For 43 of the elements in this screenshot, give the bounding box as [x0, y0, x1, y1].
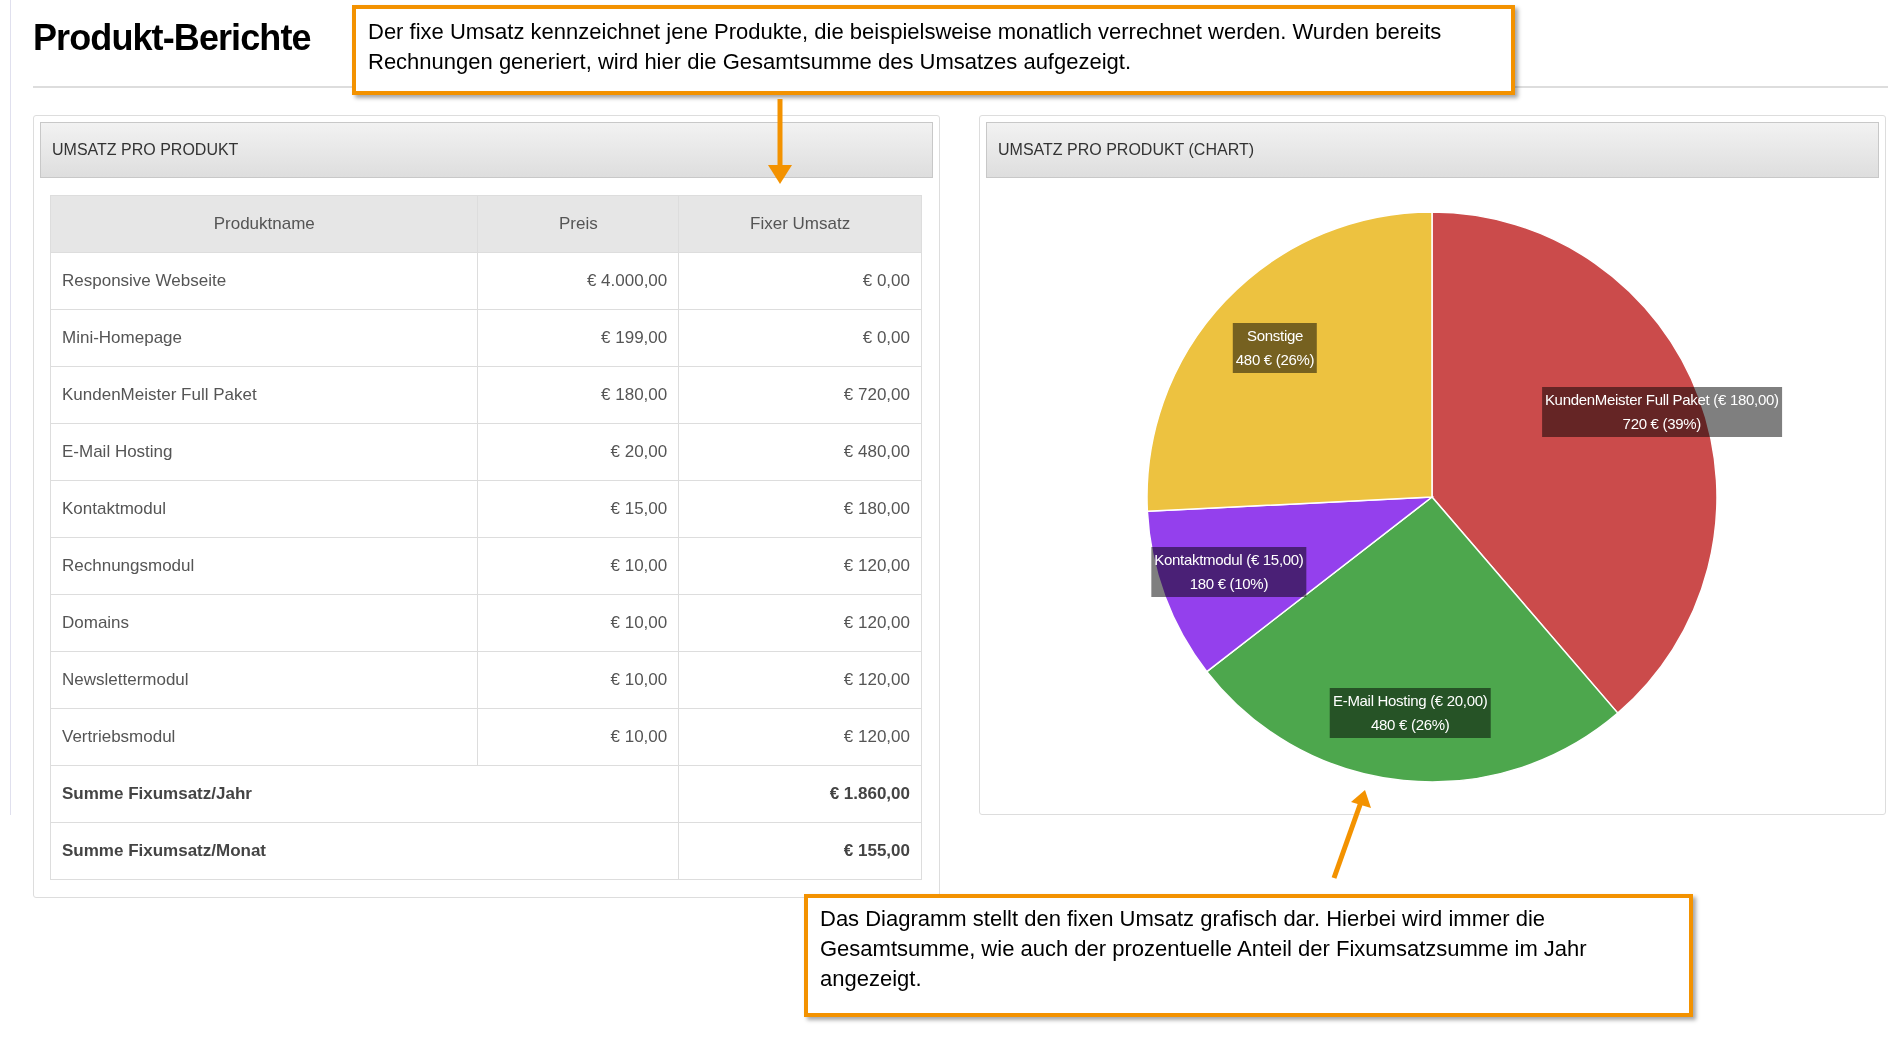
data-label: KundenMeister Full Paket (€ 180,00) 720 € (39%) [1541, 386, 1782, 437]
table-cell: € 180,00 [478, 366, 679, 424]
table-cell: € 0,00 [678, 252, 922, 310]
panel-title: UMSATZ PRO PRODUKT [40, 122, 933, 178]
table-cell: Newslettermodul [50, 651, 478, 709]
table-cell: € 120,00 [678, 708, 922, 766]
table-cell: € 120,00 [678, 651, 922, 709]
callout: Der fixe Umsatz kennzeichnet jene Produkte, die beispielsweise monatlich verrechnet werden. Wurden bereits Rechnungen generiert, wird hier die Gesamtsumme des Umsatzes aufgezeigt. [352, 5, 1515, 95]
page-title: Produkt-Berichte [33, 16, 311, 60]
table-cell: € 720,00 [678, 366, 922, 424]
table-cell: Kontaktmodul [50, 480, 478, 538]
table-cell: Mini-Homepage [50, 309, 478, 367]
total-value: € 1.860,00 [678, 765, 922, 823]
callout: Das Diagramm stellt den fixen Umsatz grafisch dar. Hierbei wird immer die Gesamtsumme, wie auch der prozentuelle Anteil der Fixumsatzsumme im Jahr angezeigt. [804, 894, 1693, 1017]
table-cell: € 10,00 [478, 708, 679, 766]
table-cell: € 0,00 [678, 309, 922, 367]
column-header: Fixer Umsatz [678, 195, 922, 253]
table-cell: € 480,00 [678, 423, 922, 481]
table-cell: KundenMeister Full Paket [50, 366, 478, 424]
table-cell: € 199,00 [478, 309, 679, 367]
table-cell: € 10,00 [478, 651, 679, 709]
table-cell: Domains [50, 594, 478, 652]
data-label: Kontaktmodul (€ 15,00) 180 € (10%) [1151, 547, 1307, 598]
table-cell: E-Mail Hosting [50, 423, 478, 481]
table-cell: € 15,00 [478, 480, 679, 538]
data-label: Sonstige 480 € (26%) [1232, 322, 1318, 373]
column-header: Produktname [50, 195, 478, 253]
total-value: € 155,00 [678, 822, 922, 880]
table-cell: € 4.000,00 [478, 252, 679, 310]
table-cell: € 180,00 [678, 480, 922, 538]
panel-title: UMSATZ PRO PRODUKT (CHART) [986, 122, 1879, 178]
table-cell: Rechnungsmodul [50, 537, 478, 595]
table-cell: € 10,00 [478, 537, 679, 595]
table-cell: Responsive Webseite [50, 252, 478, 310]
table-cell: € 10,00 [478, 594, 679, 652]
table-cell: € 120,00 [678, 537, 922, 595]
total-label: Summe Fixumsatz/Jahr [50, 765, 679, 823]
column-header: Preis [478, 195, 679, 253]
table-cell: Vertriebsmodul [50, 708, 478, 766]
table-cell: € 20,00 [478, 423, 679, 481]
data-label: E-Mail Hosting (€ 20,00) 480 € (26%) [1330, 687, 1491, 738]
table-cell: € 120,00 [678, 594, 922, 652]
total-label: Summe Fixumsatz/Monat [50, 822, 679, 880]
